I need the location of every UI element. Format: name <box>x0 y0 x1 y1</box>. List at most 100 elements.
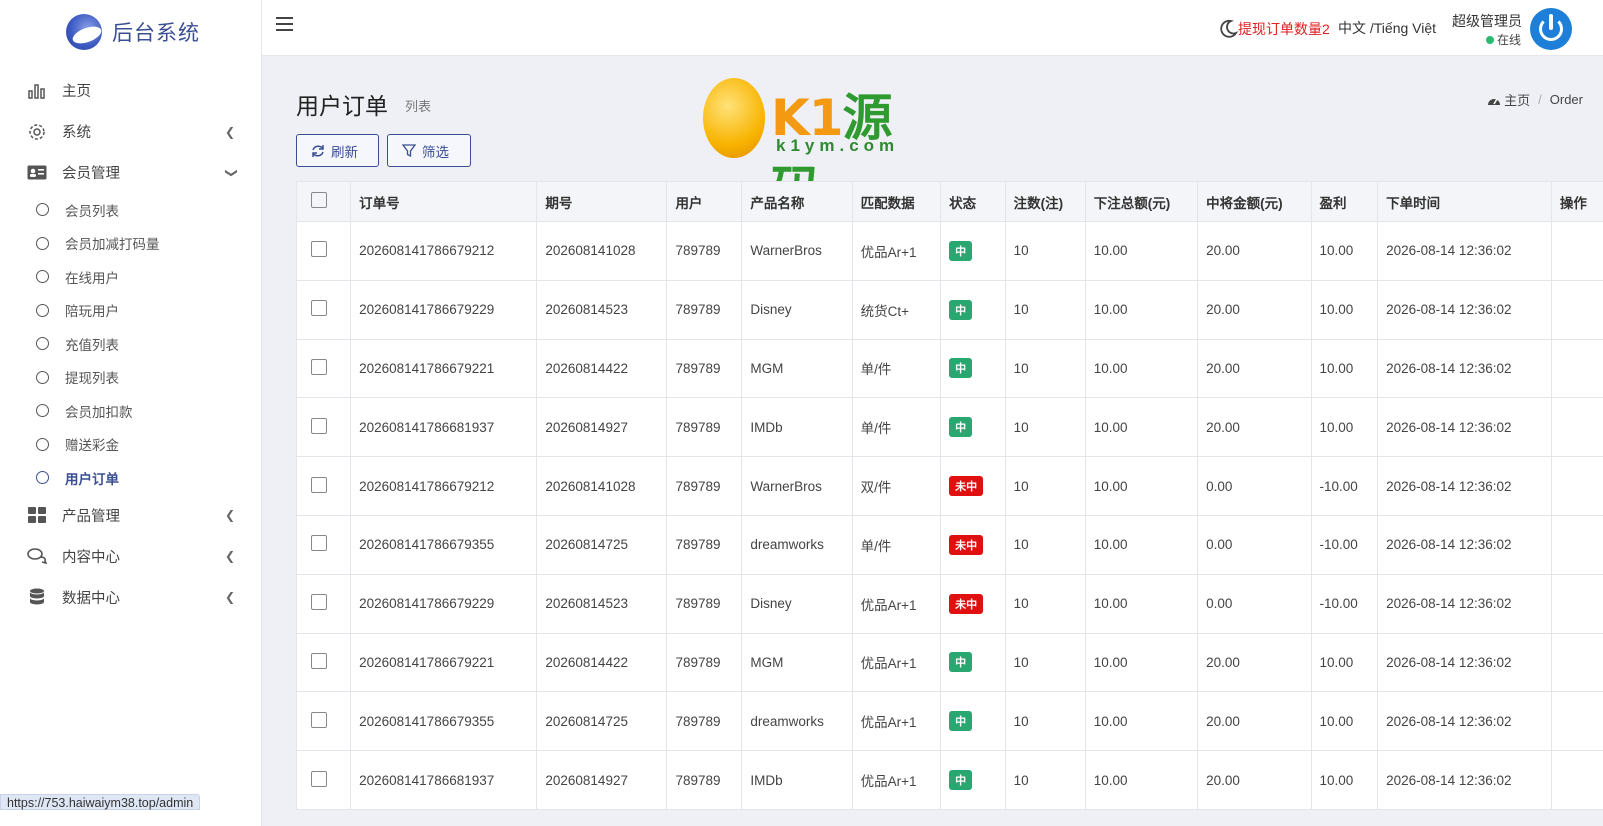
sidebar-nav: 主页 系统 ❮ 会员管理 ❮ <box>0 64 261 193</box>
sidebar-subitem-betting-volume[interactable]: 会员加减打码量 <box>0 227 261 261</box>
column-header[interactable]: 状态 <box>940 181 1006 222</box>
row-checkbox[interactable] <box>311 358 327 375</box>
sidebar-subitem-bonus-gift[interactable]: 赠送彩金 <box>0 428 261 462</box>
row-checkbox[interactable] <box>311 711 327 728</box>
select-all-cell <box>295 181 352 222</box>
circle-icon <box>36 236 49 250</box>
actions-cell <box>1550 750 1603 810</box>
actions-cell <box>1550 632 1603 693</box>
period-cell: 20260814725 <box>536 691 668 752</box>
dark-mode-moon-icon[interactable] <box>1217 18 1239 40</box>
sidebar-subitem-online-users[interactable]: 在线用户 <box>0 260 261 294</box>
table-row[interactable]: 202608141786681937 20260814927 789789 IMDb 单… <box>295 397 1603 458</box>
bet-total-cell: 10.00 <box>1084 397 1199 458</box>
product-name-cell: Disney <box>741 279 853 340</box>
circle-icon <box>36 404 49 418</box>
sidebar-subitem-balance-adjust[interactable]: 会员加扣款 <box>0 394 261 428</box>
table-row[interactable]: 202608141786679212 202608141028 789789 Warn… <box>295 456 1603 516</box>
sidebar-item-member[interactable]: 会员管理 ❮ <box>0 152 261 193</box>
row-checkbox[interactable] <box>311 770 327 787</box>
chevron-down-icon: ❮ <box>222 167 237 178</box>
column-header[interactable]: 期号 <box>536 181 668 222</box>
sidebar-subitem-label: 会员加扣款 <box>65 404 133 420</box>
row-checkbox[interactable] <box>311 241 327 258</box>
actions-cell <box>1550 456 1603 516</box>
filter-button-label: 筛选 <box>422 144 449 160</box>
column-header[interactable]: 订单号 <box>350 181 538 222</box>
column-header[interactable]: 注数(注) <box>1004 181 1086 222</box>
filter-button[interactable]: 筛选 <box>387 134 471 167</box>
sidebar-item-content[interactable]: 内容中心 ❮ <box>0 536 261 577</box>
id-card-icon <box>26 164 48 182</box>
database-icon <box>26 588 48 606</box>
status-cell: 中 <box>940 279 1006 340</box>
user-cell: 789789 <box>666 397 743 458</box>
user-name[interactable]: 超级管理员 <box>1452 11 1522 31</box>
sidebar-subitem-withdraw-list[interactable]: 提现列表 <box>0 361 261 395</box>
order-time-cell: 2026-08-14 12:36:02 <box>1377 279 1552 340</box>
period-cell: 202608141028 <box>536 221 668 281</box>
column-header[interactable]: 下注总额(元) <box>1084 181 1199 222</box>
table-row[interactable]: 202608141786679229 20260814523 789789 Disne… <box>295 573 1603 634</box>
win-amount-cell: 0.00 <box>1197 456 1312 516</box>
status-cell: 中 <box>940 691 1006 752</box>
column-header[interactable]: 下单时间 <box>1377 181 1552 222</box>
withdraw-order-alert[interactable]: 提现订单数量2 <box>1238 19 1330 39</box>
menu-toggle-icon[interactable] <box>276 17 293 31</box>
breadcrumb-home[interactable]: 主页 <box>1504 90 1530 109</box>
status-bar-url: https://753.haiwaiym38.top/admin <box>0 794 201 810</box>
sidebar-subitem-recharge-list[interactable]: 充值列表 <box>0 327 261 361</box>
user-cell: 789789 <box>666 456 743 516</box>
brand[interactable]: 后台系统 <box>0 0 261 64</box>
bar-chart-icon <box>26 82 48 100</box>
table-row[interactable]: 202608141786679355 20260814725 789789 dream… <box>295 514 1603 575</box>
sidebar-item-system[interactable]: 系统 ❮ <box>0 111 261 152</box>
column-header[interactable]: 用户 <box>666 181 743 222</box>
column-header[interactable]: 盈利 <box>1310 181 1379 222</box>
row-checkbox[interactable] <box>311 535 327 552</box>
avatar-power-icon[interactable] <box>1530 8 1572 50</box>
row-select-cell <box>295 279 352 340</box>
column-header[interactable]: 匹配数据 <box>851 181 942 222</box>
product-name-cell: MGM <box>741 632 853 693</box>
table-row[interactable]: 202608141786679355 20260814725 789789 dream… <box>295 691 1603 752</box>
sidebar-subitem-label: 用户订单 <box>65 471 119 487</box>
circle-icon <box>36 471 49 485</box>
row-checkbox[interactable] <box>311 417 327 434</box>
table-row[interactable]: 202608141786681937 20260814927 789789 IMDb 优… <box>295 750 1603 810</box>
actions-cell <box>1550 338 1603 399</box>
table-row[interactable]: 202608141786679221 20260814422 789789 MGM 单/… <box>295 338 1603 399</box>
profit-cell: 10.00 <box>1310 338 1379 399</box>
column-header[interactable]: 产品名称 <box>741 181 853 222</box>
product-name-cell: dreamworks <box>741 691 853 752</box>
bet-count-cell: 10 <box>1004 750 1086 810</box>
order-no-cell: 202608141786679229 <box>350 279 538 340</box>
table-row[interactable]: 202608141786679229 20260814523 789789 Disne… <box>295 279 1603 340</box>
table-row[interactable]: 202608141786679212 202608141028 789789 Warn… <box>295 221 1603 281</box>
row-checkbox[interactable] <box>311 594 327 611</box>
language-switcher[interactable]: 中文 /Tiếng Việt <box>1338 18 1436 38</box>
filter-icon <box>402 143 416 157</box>
row-checkbox[interactable] <box>311 300 327 317</box>
refresh-button[interactable]: 刷新 <box>296 134 379 167</box>
member-submenu: 会员列表 会员加减打码量 在线用户 陪玩用户 充值列表 提现列表 会员加扣款 赠… <box>0 193 261 495</box>
sidebar-item-home[interactable]: 主页 <box>0 70 261 111</box>
sidebar-subitem-companion-users[interactable]: 陪玩用户 <box>0 294 261 328</box>
order-time-cell: 2026-08-14 12:36:02 <box>1377 573 1552 634</box>
circle-icon <box>36 370 49 384</box>
sidebar-item-data[interactable]: 数据中心 ❮ <box>0 577 261 618</box>
sidebar-subitem-label: 提现列表 <box>65 371 119 387</box>
column-header[interactable]: 中将金额(元) <box>1197 181 1312 222</box>
win-amount-cell: 20.00 <box>1197 691 1312 752</box>
row-checkbox[interactable] <box>311 652 327 669</box>
sidebar-item-product[interactable]: 产品管理 ❮ <box>0 495 261 536</box>
table-row[interactable]: 202608141786679221 20260814422 789789 MGM 优品… <box>295 632 1603 693</box>
select-all-checkbox[interactable] <box>311 192 327 208</box>
sidebar-subitem-member-list[interactable]: 会员列表 <box>0 193 261 227</box>
bet-count-cell: 10 <box>1004 691 1086 752</box>
breadcrumb-current: Order <box>1549 92 1583 107</box>
bet-count-cell: 10 <box>1004 456 1086 516</box>
status-cell: 中 <box>940 632 1006 693</box>
row-checkbox[interactable] <box>311 476 327 493</box>
sidebar-subitem-user-orders[interactable]: 用户订单 <box>0 461 261 495</box>
